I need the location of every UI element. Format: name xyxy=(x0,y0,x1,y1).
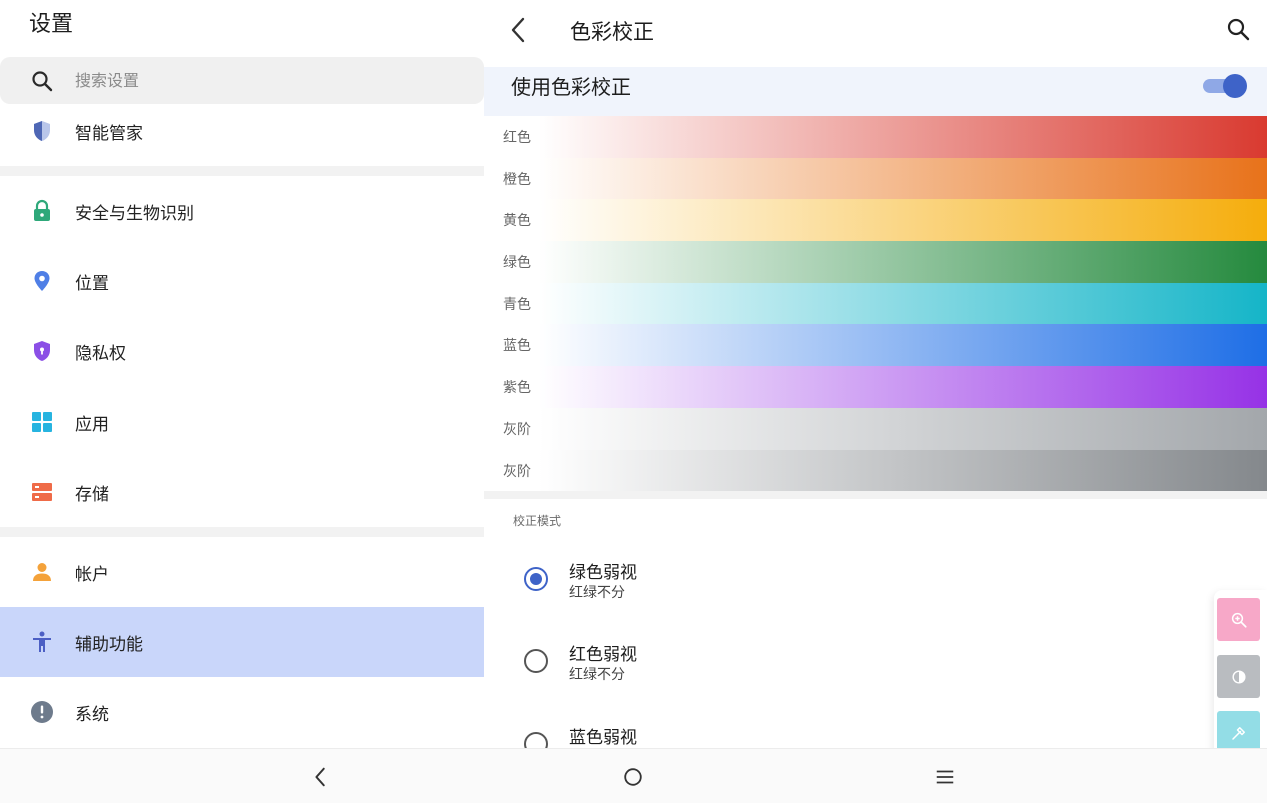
color-band-gradient xyxy=(484,116,1267,158)
settings-item-label: 应用 xyxy=(75,414,109,435)
color-band-label: 紫色 xyxy=(503,380,531,397)
settings-item-label: 存储 xyxy=(75,484,109,505)
color-band: 紫色 xyxy=(484,366,1267,408)
home-icon xyxy=(624,768,642,786)
zoom-in-icon xyxy=(1231,612,1247,628)
color-band-label: 橙色 xyxy=(503,171,531,188)
section-divider xyxy=(0,166,484,176)
storage-icon xyxy=(32,483,52,501)
color-band-gradient xyxy=(484,241,1267,283)
color-band-label: 青色 xyxy=(503,296,531,313)
apps-grid-icon xyxy=(32,412,52,432)
floating-tool-panel xyxy=(1214,590,1267,768)
nav-back-button[interactable] xyxy=(307,763,335,791)
zoom-in-button[interactable] xyxy=(1217,598,1260,641)
section-label: 校正模式 xyxy=(513,514,562,528)
location-pin-icon xyxy=(34,271,50,291)
use-color-correction-row[interactable]: 使用色彩校正 xyxy=(484,67,1267,116)
back-icon xyxy=(315,767,325,787)
settings-item-system[interactable]: 系统 xyxy=(0,677,484,747)
lock-icon xyxy=(34,199,50,221)
shield-half-icon xyxy=(34,121,50,141)
color-band-gradient xyxy=(484,157,1267,200)
color-band-gradient xyxy=(484,407,1267,450)
color-band: 绿色 xyxy=(484,241,1267,283)
settings-panel: 设置 智能管家 安全与生物识别 xyxy=(0,0,484,748)
color-band-gradient xyxy=(484,449,1267,492)
settings-item-privacy[interactable]: 隐私权 xyxy=(0,316,484,386)
page-header: 色彩校正 xyxy=(484,0,1267,62)
nav-menu-button[interactable] xyxy=(931,763,959,791)
settings-item-label: 安全与生物识别 xyxy=(75,203,194,224)
menu-icon xyxy=(936,770,954,784)
info-alert-icon xyxy=(31,701,53,723)
system-navigation-bar xyxy=(0,748,1267,803)
mode-tritanomaly[interactable]: 蓝色弱视 xyxy=(484,715,1267,748)
color-band-label: 灰阶 xyxy=(503,421,531,438)
eyedropper-icon xyxy=(1231,726,1245,740)
color-correction-panel: 色彩校正 使用色彩校正 红色 橙色 黄色 绿色 青色 蓝色 紫色 灰阶 灰阶 校正模式 绿色弱视… xyxy=(484,0,1267,748)
settings-item-account[interactable]: 帐户 xyxy=(0,537,484,607)
settings-item-apps[interactable]: 应用 xyxy=(0,387,484,457)
color-band-gradient xyxy=(484,324,1267,367)
mode-deuteranomaly[interactable]: 绿色弱视 红绿不分 xyxy=(484,550,1267,610)
color-band: 橙色 xyxy=(484,157,1267,200)
settings-item-accessibility[interactable]: 辅助功能 xyxy=(0,607,484,677)
settings-item-label: 系统 xyxy=(75,704,109,725)
color-band: 灰阶 xyxy=(484,407,1267,450)
settings-item-smart-manager[interactable]: 智能管家 xyxy=(0,96,484,166)
color-band-label: 灰阶 xyxy=(503,463,531,480)
search-icon xyxy=(32,71,53,92)
privacy-shield-icon xyxy=(34,341,50,361)
search-input[interactable] xyxy=(75,67,455,94)
settings-item-label: 帐户 xyxy=(75,564,109,585)
color-band: 青色 xyxy=(484,282,1267,325)
person-icon xyxy=(33,563,51,581)
section-divider xyxy=(0,527,484,537)
toggle-knob xyxy=(1223,74,1247,98)
settings-item-label: 智能管家 xyxy=(75,123,143,144)
settings-title: 设置 xyxy=(29,12,74,37)
color-bands: 红色 橙色 黄色 绿色 青色 蓝色 紫色 灰阶 灰阶 xyxy=(484,116,1267,492)
contrast-button[interactable] xyxy=(1217,655,1260,698)
color-band-label: 黄色 xyxy=(503,213,531,230)
accessibility-icon xyxy=(33,631,51,652)
radio-button[interactable] xyxy=(524,732,548,748)
mode-subtitle: 红绿不分 xyxy=(569,667,625,683)
switch-label: 使用色彩校正 xyxy=(511,75,631,99)
screen: 设置 智能管家 安全与生物识别 xyxy=(0,0,1267,803)
page-title: 色彩校正 xyxy=(570,20,654,44)
settings-item-label: 隐私权 xyxy=(75,343,126,364)
mode-title: 红色弱视 xyxy=(569,645,637,665)
color-band: 灰阶 xyxy=(484,449,1267,492)
radio-button[interactable] xyxy=(524,567,548,591)
section-divider xyxy=(484,491,1267,499)
color-band: 蓝色 xyxy=(484,324,1267,367)
search-icon[interactable] xyxy=(1226,17,1250,41)
color-band: 黄色 xyxy=(484,199,1267,242)
back-arrow-icon[interactable] xyxy=(506,16,530,44)
color-correction-toggle[interactable] xyxy=(1203,74,1247,98)
color-band: 红色 xyxy=(484,116,1267,158)
color-band-gradient xyxy=(484,282,1267,325)
nav-home-button[interactable] xyxy=(619,763,647,791)
mode-subtitle: 红绿不分 xyxy=(569,585,625,601)
mode-protanomaly[interactable]: 红色弱视 红绿不分 xyxy=(484,632,1267,692)
radio-button[interactable] xyxy=(524,649,548,673)
contrast-icon xyxy=(1231,669,1246,684)
color-band-label: 绿色 xyxy=(503,255,531,272)
color-band-gradient xyxy=(484,366,1267,408)
settings-item-location[interactable]: 位置 xyxy=(0,246,484,316)
settings-item-label: 辅助功能 xyxy=(75,634,143,655)
mode-title: 绿色弱视 xyxy=(569,563,637,583)
mode-title: 蓝色弱视 xyxy=(569,728,637,748)
settings-item-label: 位置 xyxy=(75,273,109,294)
settings-item-security[interactable]: 安全与生物识别 xyxy=(0,176,484,246)
color-band-gradient xyxy=(484,199,1267,242)
color-band-label: 红色 xyxy=(503,130,531,146)
settings-item-storage[interactable]: 存储 xyxy=(0,457,484,527)
color-band-label: 蓝色 xyxy=(503,338,531,355)
